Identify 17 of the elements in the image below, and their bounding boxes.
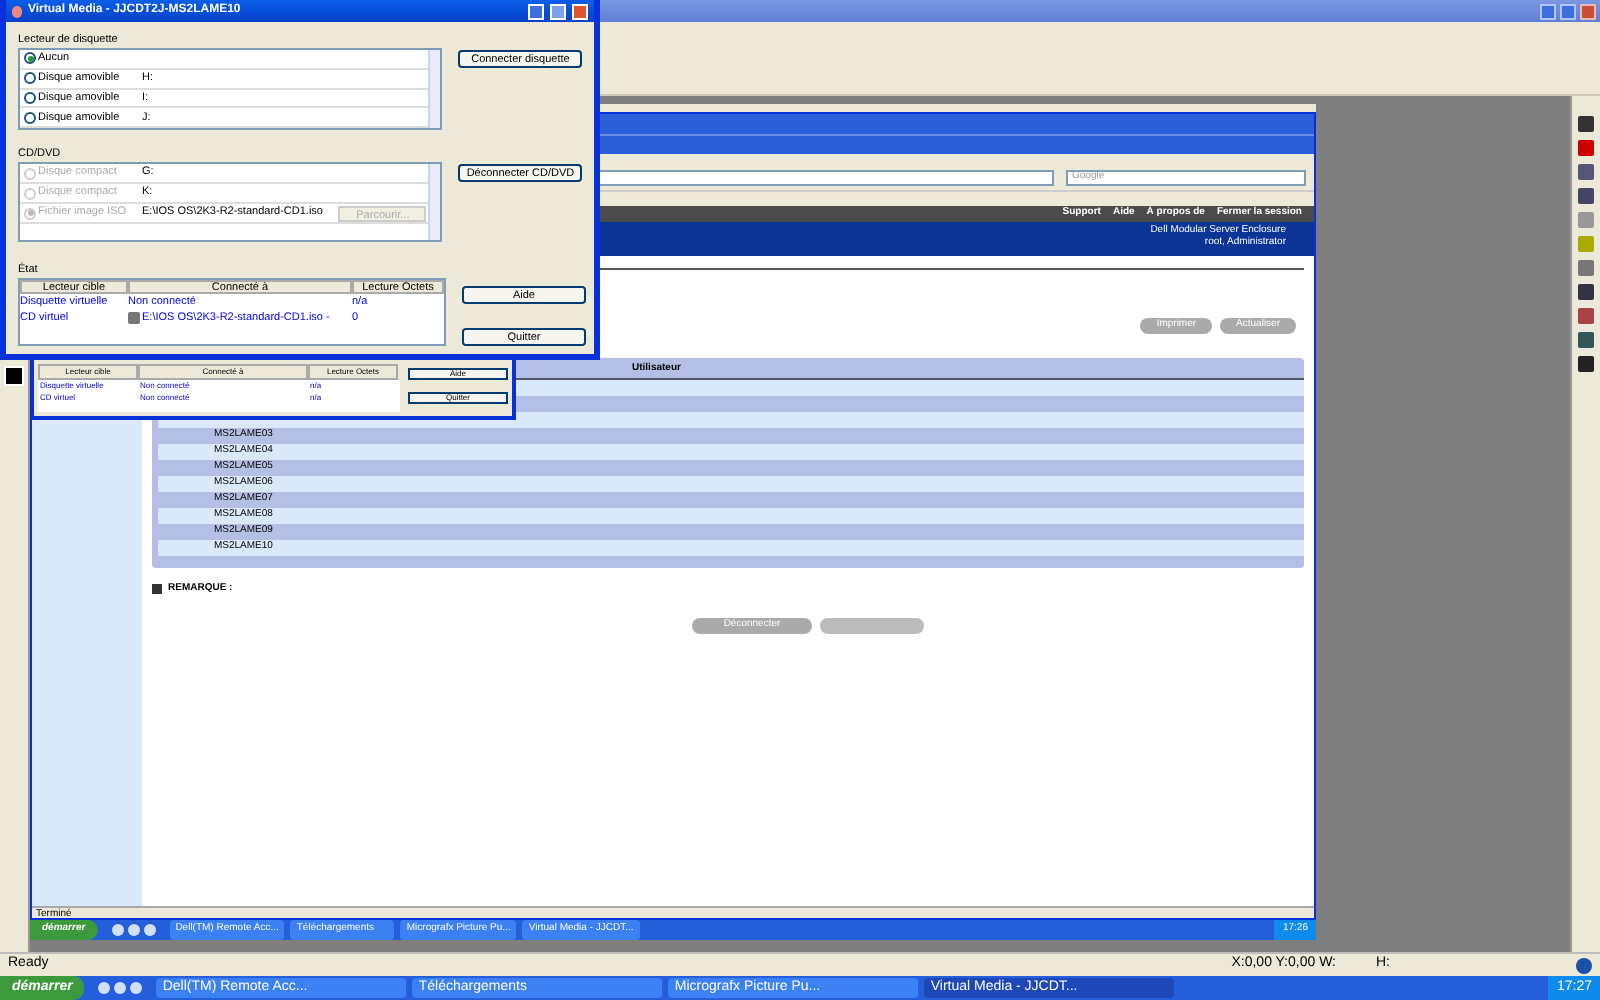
close-button[interactable] bbox=[572, 3, 588, 19]
minimize-button[interactable] bbox=[528, 3, 544, 19]
radio-button[interactable] bbox=[24, 91, 36, 104]
app-icon bbox=[12, 5, 22, 17]
radio-button[interactable] bbox=[24, 52, 36, 65]
drive-icon bbox=[128, 312, 140, 324]
radio-button[interactable] bbox=[24, 111, 36, 124]
maximize-button[interactable] bbox=[550, 3, 566, 19]
scrollbar[interactable] bbox=[428, 164, 441, 240]
note-icon bbox=[152, 584, 162, 595]
radio-button[interactable] bbox=[24, 72, 36, 85]
info-icon[interactable] bbox=[1576, 957, 1592, 973]
color-swatch-icon[interactable] bbox=[4, 366, 24, 386]
minimize-button[interactable] bbox=[1540, 3, 1556, 19]
scrollbar[interactable] bbox=[428, 50, 441, 128]
restore-button[interactable] bbox=[1560, 3, 1576, 19]
close-button[interactable] bbox=[1580, 3, 1596, 19]
